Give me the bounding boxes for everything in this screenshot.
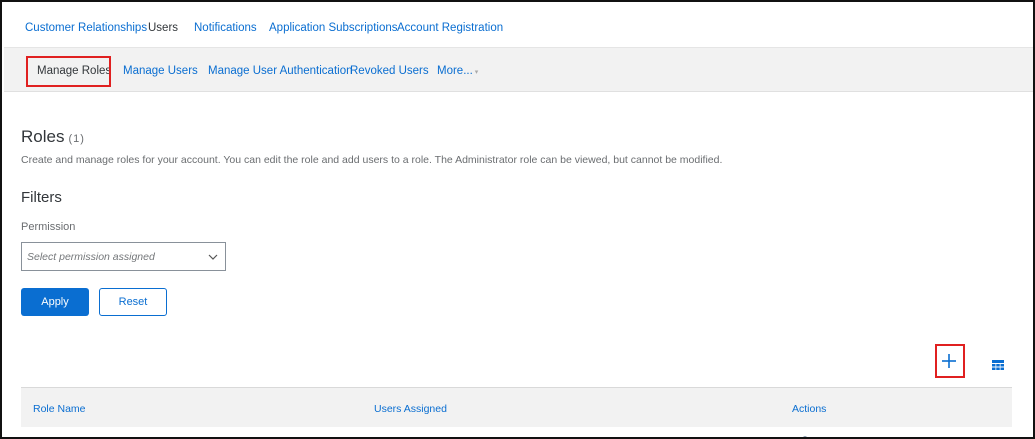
roles-description: Create and manage roles for your account… bbox=[21, 154, 723, 166]
tab-manage-users[interactable]: Manage Users bbox=[123, 65, 198, 77]
top-nav-users[interactable]: Users bbox=[148, 22, 178, 34]
tab-more-label: More... bbox=[437, 65, 473, 77]
tab-revoked-users[interactable]: Revoked Users bbox=[350, 65, 429, 77]
page-title: Roles (1) bbox=[21, 127, 85, 147]
column-header-actions[interactable]: Actions bbox=[792, 403, 826, 415]
plus-icon[interactable] bbox=[939, 351, 959, 371]
reset-button[interactable]: Reset bbox=[99, 288, 167, 316]
table-settings-icon[interactable] bbox=[992, 360, 1004, 370]
column-header-users-assigned[interactable]: Users Assigned bbox=[374, 403, 447, 415]
filters-heading: Filters bbox=[21, 189, 62, 206]
top-nav-notifications[interactable]: Notifications bbox=[194, 22, 257, 34]
permission-label: Permission bbox=[21, 221, 76, 233]
roles-table-header: Role Name Users Assigned Actions bbox=[21, 387, 1012, 427]
top-nav-application-subscriptions[interactable]: Application Subscriptions bbox=[269, 22, 398, 34]
app-frame: Customer Relationships Users Notificatio… bbox=[0, 0, 1035, 439]
tab-more[interactable]: More... ▾ bbox=[437, 65, 478, 77]
chevron-down-icon bbox=[208, 254, 218, 260]
apply-button[interactable]: Apply bbox=[21, 288, 89, 316]
column-header-role-name[interactable]: Role Name bbox=[33, 403, 86, 415]
roles-count: (1) bbox=[68, 133, 85, 145]
tab-manage-user-authentication[interactable]: Manage User Authentication bbox=[208, 65, 352, 77]
top-nav-customer-relationships[interactable]: Customer Relationships bbox=[25, 22, 147, 34]
permission-select[interactable]: Select permission assigned bbox=[21, 242, 226, 271]
sub-nav: Manage Roles Manage Users Manage User Au… bbox=[4, 48, 1033, 92]
top-nav: Customer Relationships Users Notificatio… bbox=[4, 4, 1033, 48]
highlight-box-manage-roles bbox=[26, 56, 111, 87]
top-nav-account-registration[interactable]: Account Registration bbox=[397, 22, 503, 34]
roles-title-text: Roles bbox=[21, 127, 65, 146]
permission-select-placeholder: Select permission assigned bbox=[27, 251, 155, 263]
chevron-down-icon: ▾ bbox=[474, 69, 479, 76]
